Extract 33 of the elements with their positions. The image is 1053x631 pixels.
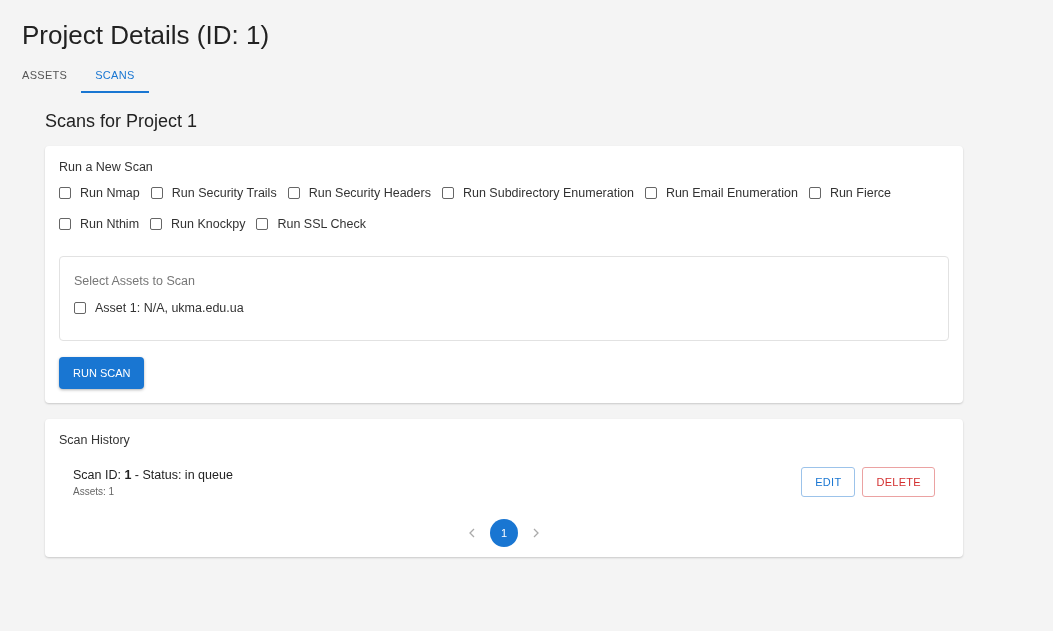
card-title: Scan History xyxy=(59,433,131,447)
page-button[interactable]: 1 xyxy=(490,519,518,547)
checkbox[interactable] xyxy=(808,187,821,199)
checkbox-label: Run Security Trails xyxy=(171,186,277,200)
checkbox[interactable] xyxy=(441,187,454,199)
checkbox[interactable] xyxy=(256,218,269,230)
panel-title: Select Assets to Scan xyxy=(74,274,196,288)
checkbox[interactable] xyxy=(287,187,300,199)
tab[interactable]: SCANS xyxy=(81,69,149,93)
checkbox-label: Run Email Enumeration xyxy=(665,186,798,200)
checkbox-label: Run Fierce xyxy=(829,186,892,200)
checkbox-label: Run Security Headers xyxy=(308,186,431,200)
checkbox-label: Run Subdirectory Enumeration xyxy=(462,186,634,200)
checkbox[interactable] xyxy=(74,302,86,314)
checkbox-label: Run Nmap xyxy=(80,186,140,200)
scan-assets: Assets: 1 xyxy=(73,485,116,497)
checkbox-label: Run Nthim xyxy=(80,217,140,231)
run-scan-button[interactable]: RUN SCAN xyxy=(59,357,145,389)
checkbox-label: Run SSL Check xyxy=(277,217,366,231)
checkbox[interactable] xyxy=(644,187,657,199)
section-heading: Scans for Project 1 xyxy=(45,111,199,132)
checkbox[interactable] xyxy=(150,218,163,230)
checkbox[interactable] xyxy=(59,218,71,230)
checkbox-label: Asset 1: N/A, ukma.edu.ua xyxy=(95,301,244,315)
checkbox-label: Run Knockpy xyxy=(171,217,246,231)
scan-status: Scan ID: 1 - Status: in queue xyxy=(73,467,233,482)
tab[interactable]: ASSETS xyxy=(22,69,82,93)
checkbox[interactable] xyxy=(150,187,163,199)
page-title: Project Details (ID: 1) xyxy=(22,20,271,51)
card-title: Run a New Scan xyxy=(59,160,154,174)
checkbox[interactable] xyxy=(59,187,71,199)
edit-button[interactable]: EDIT xyxy=(801,467,856,497)
delete-button[interactable]: DELETE xyxy=(862,467,935,497)
